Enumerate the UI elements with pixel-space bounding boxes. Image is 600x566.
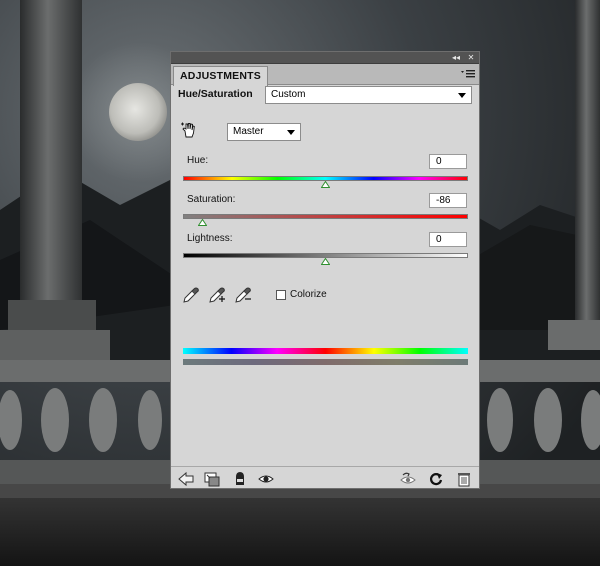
- eye-icon[interactable]: [258, 471, 274, 487]
- clip-to-layer-icon[interactable]: [204, 471, 220, 487]
- input-spectrum-bar: [183, 348, 468, 354]
- chevron-down-icon: [287, 130, 295, 135]
- eyedropper-minus-icon[interactable]: [234, 286, 252, 304]
- close-panel-button[interactable]: ✕: [465, 53, 477, 62]
- eyedropper-plus-icon[interactable]: [208, 286, 226, 304]
- trash-icon[interactable]: [456, 471, 472, 487]
- eyedropper-icon[interactable]: [182, 286, 200, 304]
- saturation-slider-thumb[interactable]: [198, 219, 208, 226]
- view-previous-icon[interactable]: [400, 471, 416, 487]
- panel-tab-row: ADJUSTMENTS: [171, 64, 479, 86]
- saturation-label: Saturation:: [187, 194, 236, 205]
- targeted-adjustment-hand-icon[interactable]: [180, 121, 198, 139]
- saturation-value-field[interactable]: -86: [429, 193, 467, 208]
- chevron-down-icon: [458, 93, 466, 98]
- visibility-mask-icon[interactable]: [232, 471, 248, 487]
- lightness-slider-thumb[interactable]: [321, 258, 330, 265]
- panel-titlebar: ◂◂ ✕: [171, 52, 479, 64]
- channel-dropdown[interactable]: Master: [227, 123, 301, 141]
- back-arrow-icon[interactable]: [178, 471, 194, 487]
- tab-adjustments[interactable]: ADJUSTMENTS: [173, 66, 268, 86]
- channel-value: Master: [233, 126, 264, 137]
- colorize-label: Colorize: [290, 289, 327, 300]
- panel-menu-icon[interactable]: [461, 69, 475, 79]
- adjustments-panel: ◂◂ ✕ ADJUSTMENTS Hue/Saturation Custom M…: [170, 51, 480, 489]
- panel-bottom-toolbar: [171, 466, 479, 489]
- collapse-panel-button[interactable]: ◂◂: [450, 53, 462, 62]
- reset-icon[interactable]: [428, 471, 444, 487]
- preset-value: Custom: [271, 89, 306, 100]
- preset-dropdown[interactable]: Custom: [265, 86, 472, 104]
- lightness-value-field[interactable]: 0: [429, 232, 467, 247]
- saturation-slider-track[interactable]: [183, 214, 468, 219]
- hue-label: Hue:: [187, 155, 209, 166]
- lightness-label: Lightness:: [187, 233, 233, 244]
- output-spectrum-bar: [183, 359, 468, 365]
- hue-slider-thumb[interactable]: [321, 181, 330, 188]
- colorize-checkbox[interactable]: [276, 290, 286, 300]
- hue-value-field[interactable]: 0: [429, 154, 467, 169]
- adjustment-type-label: Hue/Saturation: [178, 88, 253, 100]
